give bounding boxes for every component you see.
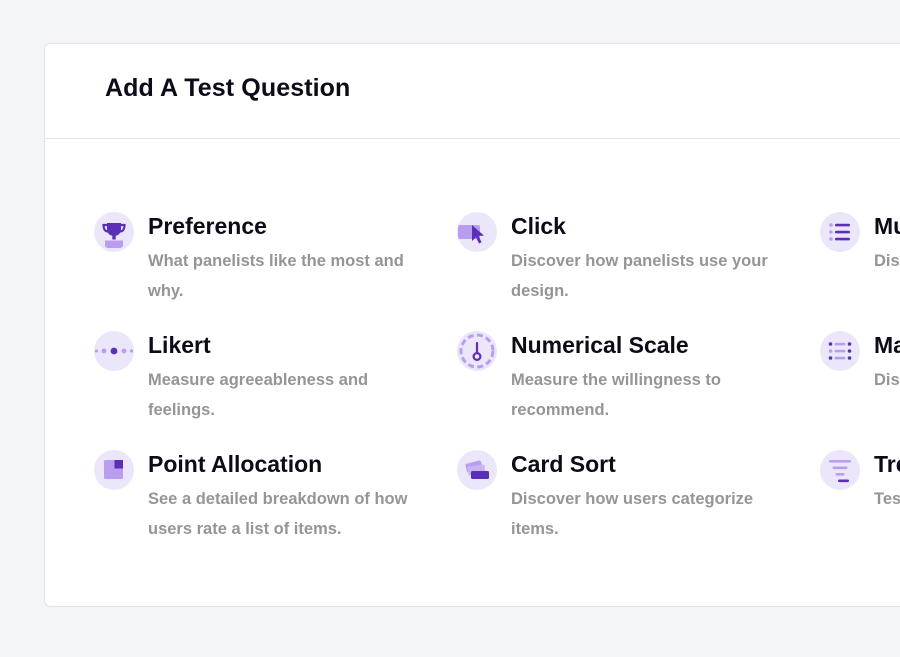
list-icon (820, 212, 860, 252)
option-description: Tes a lis (874, 490, 900, 508)
option-title: Likert (148, 332, 211, 358)
modal-header: Add A Test Question (45, 44, 900, 139)
point-allocation-icon (94, 450, 134, 490)
cards-icon (457, 450, 497, 490)
option-title: Ma (874, 332, 900, 358)
option-title: Click (511, 213, 566, 239)
option-title: Card Sort (511, 451, 616, 477)
option-description: Dis wit (874, 252, 900, 270)
tree-filter-icon (820, 450, 860, 490)
option-title: Preference (148, 213, 267, 239)
option-description: Discover how panelists use your design. (511, 252, 768, 300)
option-description: Measure agreeableness and feelings. (148, 371, 369, 419)
option-description: Discover how users categorize items. (511, 490, 754, 538)
matrix-list-icon (820, 331, 860, 371)
option-description: See a detailed breakdown of how users ra… (148, 490, 408, 538)
trophy-icon (94, 212, 134, 252)
likert-dots-icon (94, 331, 134, 371)
add-question-modal: Add A Test Question Preference What pane… (44, 43, 900, 607)
cursor-click-icon (457, 212, 497, 252)
option-description: What panelists like the most and why. (148, 252, 404, 300)
option-title: Numerical Scale (511, 332, 689, 358)
gauge-icon (457, 331, 497, 371)
option-title: Point Allocation (148, 451, 323, 477)
option-description: Measure the willingness to recommend. (511, 371, 721, 419)
modal-title: Add A Test Question (105, 74, 351, 102)
option-description: Dis wo (874, 371, 900, 389)
option-title: Tre (874, 451, 900, 477)
option-title: Mu (874, 213, 900, 239)
